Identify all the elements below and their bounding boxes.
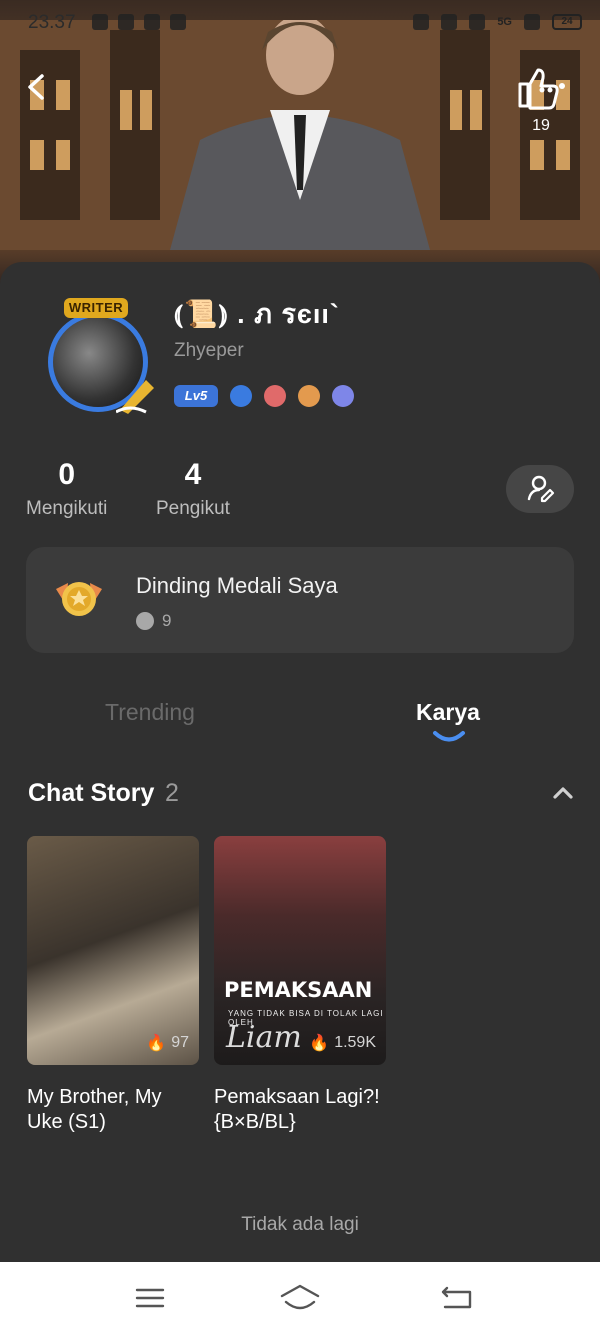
medal-wall-card[interactable]: Dinding Medali Saya 9 [26, 547, 574, 653]
book-badge-icon[interactable] [332, 385, 354, 407]
writer-badge: WRITER [64, 298, 128, 318]
status-bar: 23.37 5G 24 [0, 8, 600, 38]
wifi-icon [524, 14, 540, 30]
gmail-icon [170, 14, 186, 30]
fire-icon: 🔥 [146, 1035, 167, 1052]
notification-icons [92, 14, 186, 30]
star-badge-icon [136, 612, 154, 630]
fire-icon: 🔥 [309, 1035, 330, 1052]
return-icon[interactable] [437, 1282, 477, 1314]
message-icon [144, 14, 160, 30]
followers-label: Pengikut [156, 498, 230, 519]
following-count: 0 [58, 458, 75, 491]
end-of-list-text: Tidak ada lagi [241, 1214, 359, 1235]
status-time: 23.37 [28, 12, 76, 33]
section-title: Chat Story [28, 779, 155, 807]
mute-icon [441, 14, 458, 30]
moon-icon [469, 14, 486, 30]
username: ⦅📜⦆ . ภ รєıı` [174, 299, 340, 329]
app-notification-icon [118, 14, 134, 30]
medal-count: 9 [136, 611, 171, 631]
like-button[interactable]: 19 [514, 66, 568, 136]
alarm-clock-icon [413, 14, 430, 30]
cover-signature: Liam [226, 1020, 302, 1055]
tab-karya[interactable]: Karya [416, 699, 480, 726]
orange-hexagon-badge-icon[interactable] [298, 385, 320, 407]
tab-trending[interactable]: Trending [105, 699, 195, 726]
user-handle: Zhyeper [174, 340, 244, 361]
avatar-frame[interactable]: WRITER [30, 298, 162, 424]
active-tab-indicator [433, 731, 465, 742]
following-label: Mengikuti [26, 498, 108, 519]
system-icons: 5G 24 [413, 14, 582, 30]
like-count: 19 [532, 117, 550, 134]
story-card[interactable]: PEMAKSAAN YANG TIDAK BISA DI TOLAK LAGI … [214, 836, 386, 1135]
chevron-up-icon[interactable] [552, 782, 574, 804]
following-stat[interactable]: 0 Mengikuti [26, 458, 107, 520]
battery-icon: 24 [552, 14, 582, 30]
read-count-value: 97 [171, 1034, 189, 1051]
alarm-icon [92, 14, 108, 30]
read-count-value: 1.59K [334, 1034, 376, 1051]
cover-title: PEMAKSAAN [224, 978, 373, 1002]
read-count: 🔥 1.59K [309, 1033, 376, 1053]
level-badge[interactable]: Lv5 [174, 385, 218, 407]
back-arrow-icon[interactable] [22, 72, 52, 102]
story-cover: 🔥 97 [27, 836, 199, 1065]
blue-gem-badge-icon[interactable] [230, 385, 252, 407]
home-icon[interactable] [280, 1282, 320, 1314]
read-count: 🔥 97 [146, 1033, 189, 1053]
followers-stat[interactable]: 4 Pengikut [156, 458, 230, 520]
profile-banner: 23.37 5G 24 19 [0, 0, 600, 290]
story-cover: PEMAKSAAN YANG TIDAK BISA DI TOLAK LAGI … [214, 836, 386, 1065]
person-edit-icon [527, 475, 555, 503]
story-title: My Brother, My Uke (S1) [27, 1086, 162, 1133]
story-title: Pemaksaan Lagi?! {B×B/BL} [214, 1086, 380, 1133]
pen-icon [116, 380, 154, 416]
medal-wall-title: Dinding Medali Saya [136, 573, 338, 598]
section-count: 2 [165, 779, 179, 807]
thumbs-up-icon [518, 68, 565, 110]
medal-count-value: 9 [162, 611, 172, 630]
edit-profile-button[interactable] [506, 465, 574, 513]
red-hexagon-badge-icon[interactable] [264, 385, 286, 407]
medal-icon [56, 582, 102, 616]
badge-row: Lv5 [174, 385, 354, 407]
followers-count: 4 [184, 458, 202, 491]
network-label: 5G [497, 16, 512, 28]
system-navigation-bar [0, 1262, 600, 1333]
story-card[interactable]: 🔥 97 My Brother, My Uke (S1) [27, 836, 199, 1135]
palace-background-image [0, 20, 600, 250]
menu-icon[interactable] [130, 1282, 170, 1314]
profile-panel: WRITER ⦅📜⦆ . ภ รєıı` Zhyeper Lv5 0 Mengi… [0, 262, 600, 1262]
